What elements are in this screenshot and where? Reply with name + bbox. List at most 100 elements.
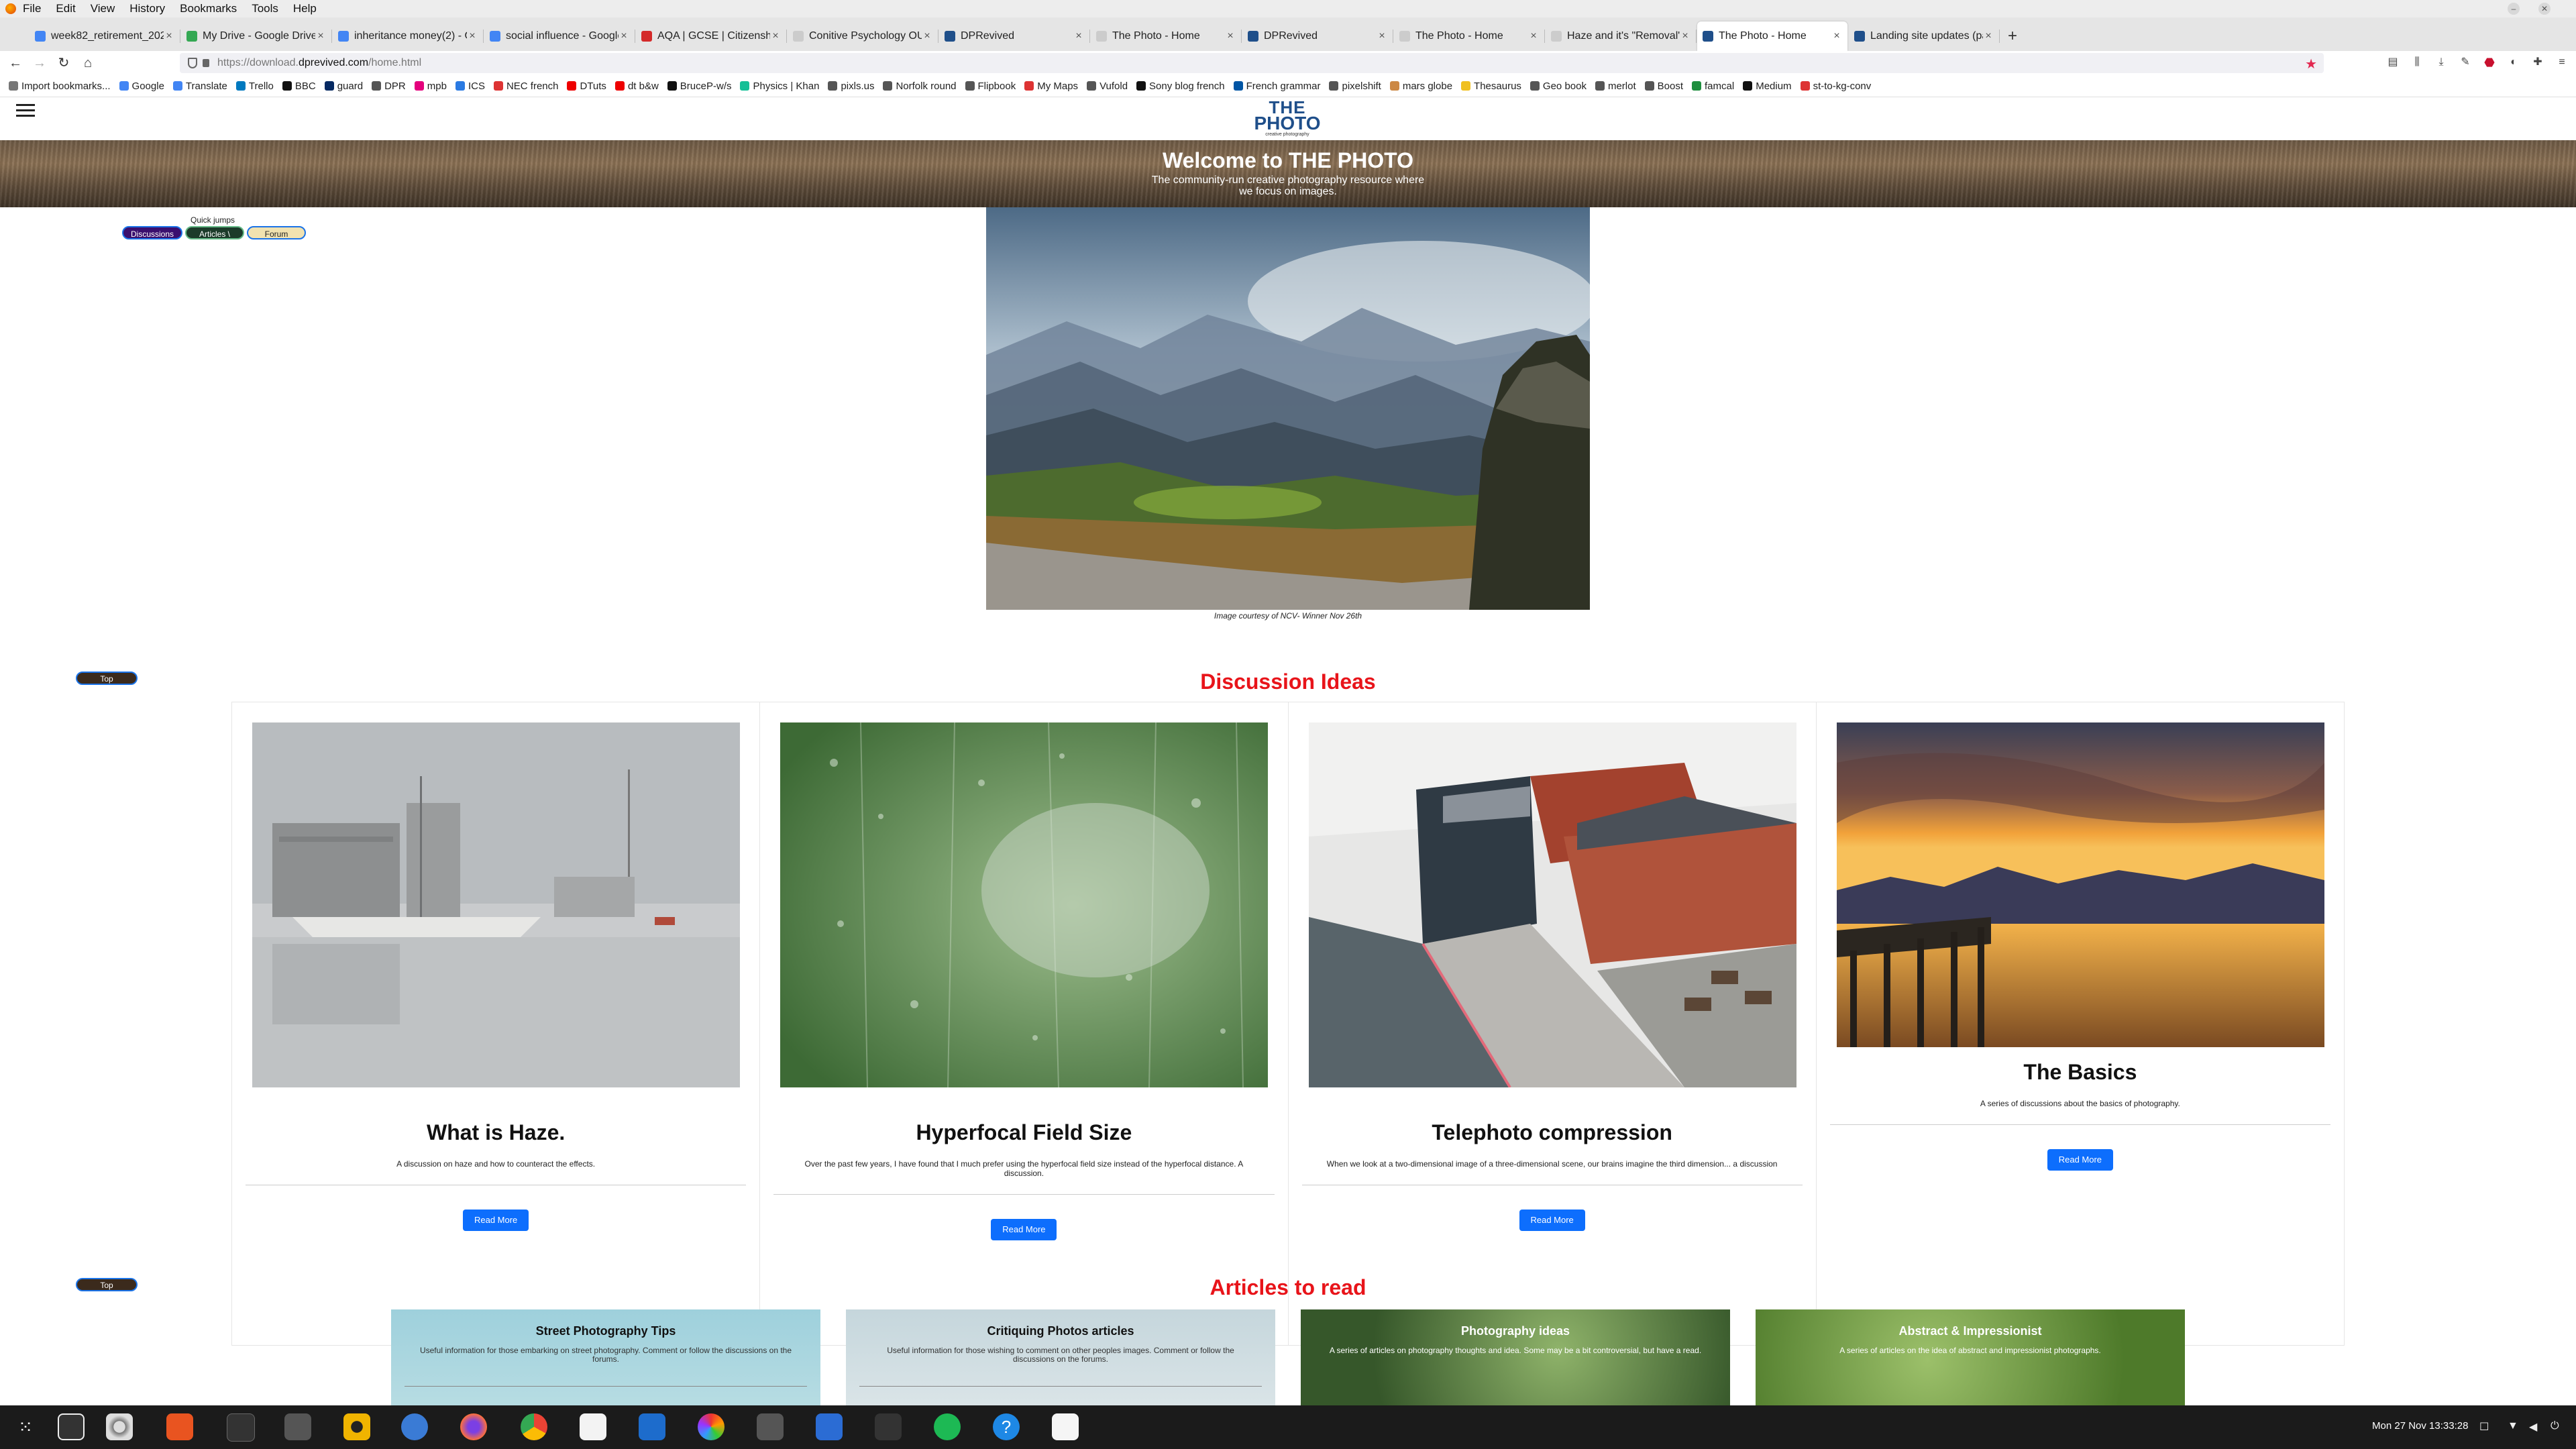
tab-close-icon[interactable]: ×	[770, 30, 781, 42]
tab-close-icon[interactable]: ×	[315, 30, 326, 42]
bookmark-item[interactable]: DTuts	[567, 80, 606, 92]
menu-file[interactable]: File	[23, 2, 41, 15]
new-tab-button[interactable]: +	[2000, 21, 2025, 51]
home-icon[interactable]: ⌂	[79, 54, 97, 72]
browser-tab[interactable]: week82_retirement_202 ×	[30, 21, 180, 51]
menu-help[interactable]: Help	[293, 2, 317, 15]
article-tile[interactable]: Photography ideas A series of articles o…	[1301, 1309, 1730, 1405]
address-bar[interactable]: https://download. dprevived.com/home.html…	[180, 53, 2324, 73]
site-logo[interactable]: THE PHOTO creative photography	[1252, 99, 1323, 140]
rhythmbox-icon[interactable]	[343, 1413, 370, 1440]
bookmark-item[interactable]: Translate	[172, 80, 227, 92]
browser-tab[interactable]: DPRevived ×	[939, 21, 1090, 51]
terminal-icon[interactable]	[227, 1413, 255, 1442]
adblock-icon[interactable]: ⬣	[2482, 55, 2497, 70]
browser-tab[interactable]: My Drive - Google Drive ×	[181, 21, 332, 51]
bookmark-item[interactable]: NEC french	[493, 80, 558, 92]
bookmark-item[interactable]: pixelshift	[1329, 80, 1381, 92]
read-more-button[interactable]: Read More	[2047, 1149, 2113, 1171]
chrome-icon[interactable]	[521, 1413, 547, 1440]
browser-tab[interactable]: DPRevived ×	[1242, 21, 1393, 51]
back-icon[interactable]: ←	[7, 54, 24, 72]
dictionary-icon[interactable]	[816, 1413, 843, 1440]
bookmark-item[interactable]: Trello	[235, 80, 274, 92]
tab-close-icon[interactable]: ×	[1680, 30, 1690, 42]
bookmark-item[interactable]: Norfolk round	[883, 80, 957, 92]
software-center-icon[interactable]	[166, 1413, 193, 1440]
screenshot-icon[interactable]: ◐	[2506, 55, 2521, 70]
close-window-icon[interactable]: ✕	[2538, 3, 2551, 15]
bookmark-item[interactable]: famcal	[1692, 80, 1734, 92]
article-tile[interactable]: Street Photography Tips Useful informati…	[391, 1309, 820, 1405]
bookmark-item[interactable]: DPR	[372, 80, 406, 92]
browser-tab[interactable]: The Photo - Home ×	[1697, 21, 1847, 51]
thunderbird-icon[interactable]	[401, 1413, 428, 1440]
read-more-button[interactable]: Read More	[1519, 1210, 1585, 1231]
bookmark-item[interactable]: dt b&w	[614, 80, 659, 92]
menu-bookmarks[interactable]: Bookmarks	[180, 2, 237, 15]
quick-jump-articles-button[interactable]: Articles \	[185, 226, 244, 239]
document-viewer-icon[interactable]	[1052, 1413, 1079, 1440]
menu-edit[interactable]: Edit	[56, 2, 75, 15]
network-icon[interactable]: ▼	[2508, 1420, 2518, 1432]
tab-close-icon[interactable]: ×	[467, 30, 478, 42]
darktable-icon[interactable]	[698, 1413, 724, 1440]
bookmark-item[interactable]: merlot	[1595, 80, 1636, 92]
app-menu-icon[interactable]: ≡	[2555, 55, 2569, 70]
bookmark-item[interactable]: French grammar	[1233, 80, 1320, 92]
bookmark-item[interactable]: Thesaurus	[1461, 80, 1521, 92]
browser-tab[interactable]: social influence - Google ×	[484, 21, 635, 51]
tab-close-icon[interactable]: ×	[1528, 30, 1539, 42]
tab-close-icon[interactable]: ×	[1225, 30, 1236, 42]
settings-icon[interactable]	[106, 1413, 133, 1440]
tab-close-icon[interactable]: ×	[1377, 30, 1387, 42]
bookmark-item[interactable]: BruceP-w/s	[667, 80, 731, 92]
power-icon[interactable]: ⏻	[2551, 1420, 2559, 1432]
library-icon[interactable]: ⫼	[2410, 55, 2424, 70]
extensions-puzzle-icon[interactable]: ✚	[2530, 55, 2545, 70]
quick-jump-forum-button[interactable]: Forum	[247, 226, 306, 239]
hamburger-menu-icon[interactable]	[16, 104, 35, 117]
bookmark-item[interactable]: Boost	[1644, 80, 1683, 92]
app-grid-icon[interactable]: ⁙	[12, 1413, 39, 1440]
tracking-shield-icon[interactable]	[188, 58, 197, 68]
workspace-icon[interactable]	[58, 1413, 85, 1440]
bookmark-item[interactable]: pixls.us	[828, 80, 874, 92]
system-monitor-icon[interactable]	[875, 1413, 902, 1440]
read-more-button[interactable]: Read More	[991, 1219, 1057, 1240]
read-more-button[interactable]: Read More	[463, 1210, 529, 1231]
bookmark-item[interactable]: My Maps	[1024, 80, 1078, 92]
browser-tab[interactable]: AQA | GCSE | Citizenship ×	[636, 21, 787, 51]
writer-icon[interactable]	[639, 1413, 665, 1440]
reload-icon[interactable]: ↻	[55, 54, 72, 72]
tab-close-icon[interactable]: ×	[619, 30, 629, 42]
forward-icon[interactable]: →	[31, 54, 48, 72]
bookmark-item[interactable]: ICS	[455, 80, 485, 92]
article-tile[interactable]: Critiquing Photos articles Useful inform…	[846, 1309, 1275, 1405]
reader-view-icon[interactable]: ▤	[2385, 55, 2400, 70]
browser-tab[interactable]: Landing site updates (pa ×	[1849, 21, 2000, 51]
bookmark-item[interactable]: Google	[119, 80, 164, 92]
bookmark-item[interactable]: Physics | Khan	[740, 80, 819, 92]
volume-icon[interactable]: ◀	[2529, 1420, 2537, 1434]
bookmark-item[interactable]: guard	[324, 80, 363, 92]
menu-history[interactable]: History	[129, 2, 165, 15]
tab-close-icon[interactable]: ×	[1983, 30, 1994, 42]
bookmark-item[interactable]: st-to-kg-conv	[1800, 80, 1871, 92]
firefox-taskbar-icon[interactable]	[460, 1413, 487, 1440]
bookmark-star-icon[interactable]: ★	[2305, 56, 2317, 72]
menu-view[interactable]: View	[91, 2, 115, 15]
tab-close-icon[interactable]: ×	[1831, 30, 1842, 42]
extension-icon[interactable]: ✎	[2458, 55, 2473, 70]
browser-tab[interactable]: The Photo - Home ×	[1394, 21, 1545, 51]
article-tile[interactable]: Abstract & Impressionist A series of art…	[1756, 1309, 2185, 1405]
menu-tools[interactable]: Tools	[252, 2, 278, 15]
taskbar-clock[interactable]: Mon 27 Nov 13:33:28	[2372, 1420, 2468, 1432]
bookmark-item[interactable]: Flipbook	[965, 80, 1016, 92]
files-icon[interactable]	[284, 1413, 311, 1440]
bookmark-item[interactable]: Sony blog french	[1136, 80, 1225, 92]
bookmark-item[interactable]: mars globe	[1389, 80, 1452, 92]
spotify-icon[interactable]	[934, 1413, 961, 1440]
bookmark-item[interactable]: BBC	[282, 80, 316, 92]
minimize-icon[interactable]: –	[2508, 3, 2520, 15]
